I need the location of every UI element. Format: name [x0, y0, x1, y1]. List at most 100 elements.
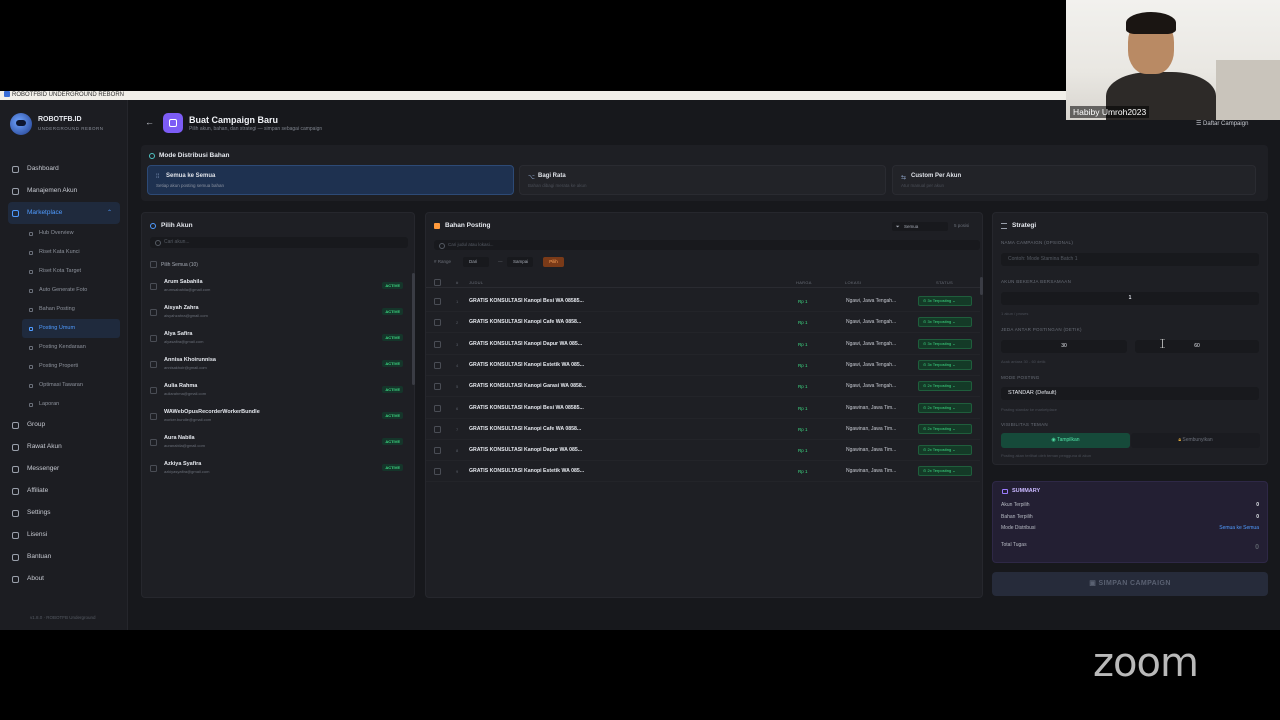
- row-checkbox[interactable]: [434, 298, 441, 305]
- account-checkbox[interactable]: [150, 335, 157, 342]
- status-pill[interactable]: ⊙ 2x Terposting ⌄: [918, 445, 972, 456]
- account-row[interactable]: WAWebOpusRecorderWorkerBundle worker.bund…: [150, 406, 405, 432]
- status-pill[interactable]: ⊙ 2x Terposting ⌄: [918, 466, 972, 477]
- status-pill[interactable]: ⊙ 3x Terposting ⌄: [918, 317, 972, 328]
- posting-count: 5 posisi: [954, 223, 970, 228]
- select-all-posting-checkbox[interactable]: [434, 279, 441, 286]
- row-checkbox[interactable]: [434, 425, 441, 433]
- sidebar-subitem-riset-kata-kunci[interactable]: Riset Kata Kunci: [0, 243, 128, 262]
- posting-scrollbar[interactable]: [980, 277, 983, 295]
- range-to-input[interactable]: Sampai: [507, 257, 533, 267]
- account-checkbox[interactable]: [150, 283, 157, 290]
- sidebar-item-marketplace[interactable]: Marketplace ⌃: [8, 202, 120, 224]
- status-pill[interactable]: ⊙ 3x Terposting ⌄: [918, 359, 972, 370]
- status-pill[interactable]: ⊙ 3x Terposting ⌄: [918, 338, 972, 349]
- select-all-accounts[interactable]: Pilih Semua (10): [150, 261, 198, 268]
- account-checkbox[interactable]: [150, 387, 157, 394]
- table-row[interactable]: 1 GRATIS KONSULTASI Kanopi Besi WA 08585.…: [426, 291, 980, 312]
- row-checkbox[interactable]: [434, 383, 441, 391]
- sidebar-subitem-posting-kendaraan[interactable]: Posting Kendaraan: [0, 338, 128, 357]
- row-checkbox[interactable]: [434, 404, 441, 412]
- sidebar-subitem-optimasi-tawaran[interactable]: Optimasi Tawaran: [0, 376, 128, 395]
- posting-search-input[interactable]: Cari judul atau lokasi...: [434, 240, 980, 250]
- account-row[interactable]: Annisa Khoirunnisa annisakhoir@gmail.com A…: [150, 354, 405, 380]
- delay-min-input[interactable]: 30: [1001, 340, 1127, 353]
- parallel-input[interactable]: 1: [1001, 292, 1259, 305]
- account-checkbox[interactable]: [150, 465, 157, 472]
- row-price: Rp 1: [798, 426, 808, 432]
- account-row[interactable]: Aura Nabila auranabila@gmail.com ACTIVE: [150, 432, 405, 458]
- campaign-name-input[interactable]: Contoh: Mode Stamina Batch 1: [1001, 253, 1259, 266]
- table-row[interactable]: 4 GRATIS KONSULTASI Kanopi Estetik WA 085…: [426, 355, 980, 376]
- table-row[interactable]: 8 GRATIS KONSULTASI Kanopi Dapur WA 085..…: [426, 440, 980, 462]
- status-pill[interactable]: ⊙ 2x Terposting ⌄: [918, 381, 972, 392]
- account-row[interactable]: Azkiya Syafira azkiyasyafira@gmail.com ACT…: [150, 458, 405, 484]
- mode-option-label: Semua ke Semua: [166, 173, 216, 179]
- range-select-button[interactable]: Pilih: [543, 257, 564, 267]
- distribution-mode-panel: Mode Distribusi Bahan ⁞⁞ Semua ke Semua Se…: [141, 145, 1268, 201]
- account-search-input[interactable]: Cari akun...: [150, 237, 408, 248]
- table-row[interactable]: 5 GRATIS KONSULTASI Kanopi Garasi WA 0858…: [426, 376, 980, 398]
- mode-option[interactable]: ⌥ Bagi Rata Bahan dibagi merata ke akun: [519, 165, 886, 195]
- account-row[interactable]: Aisyah Zahra aisyahzahra@gmail.com ACTIVE: [150, 302, 405, 328]
- account-checkbox[interactable]: [150, 413, 157, 420]
- gear-icon: [12, 510, 19, 517]
- sidebar-item-manajemen-akun[interactable]: Manajemen Akun: [0, 180, 128, 202]
- table-row[interactable]: 6 GRATIS KONSULTASI Kanopi Besi WA 08585.…: [426, 398, 980, 419]
- status-text: 2x Terposting: [927, 383, 952, 389]
- sidebar-subitem-bahan-posting[interactable]: Bahan Posting: [0, 300, 128, 319]
- account-name: Aisyah Zahra: [164, 305, 199, 311]
- row-checkbox[interactable]: [434, 447, 441, 455]
- sidebar-item-settings[interactable]: Settings: [0, 502, 128, 524]
- table-row[interactable]: 3 GRATIS KONSULTASI Kanopi Dapur WA 085..…: [426, 334, 980, 355]
- campaign-icon: [163, 113, 183, 133]
- participant-video[interactable]: Habiby Umroh2023: [1066, 0, 1280, 120]
- status-pill[interactable]: ⊙ 2x Terposting ⌄: [918, 423, 972, 434]
- account-row[interactable]: Arum Sabahila arumsabahila@gmail.com ACTIV…: [150, 276, 405, 302]
- mode-option[interactable]: ⇆ Custom Per Akun Atur manual per akun: [892, 165, 1256, 195]
- page-title: Buat Campaign Baru: [189, 115, 279, 125]
- account-row[interactable]: Aulia Rahma auliarahma@gmail.com ACTIVE: [150, 380, 405, 406]
- row-price: Rp 1: [798, 299, 808, 304]
- sidebar-item-group[interactable]: Group: [0, 414, 128, 436]
- posting-mode-select[interactable]: STANDAR (Default): [1001, 387, 1259, 400]
- account-checkbox[interactable]: [150, 439, 157, 446]
- account-checkbox[interactable]: [150, 309, 157, 316]
- sidebar-subitem-posting-umum[interactable]: Posting Umum: [22, 319, 120, 338]
- sidebar-item-lisensi[interactable]: Lisensi: [0, 524, 128, 546]
- row-checkbox[interactable]: [434, 361, 441, 369]
- hide-from-friends-button[interactable]: 🔒︎ Sembunyikan: [1131, 433, 1260, 448]
- delay-max-input[interactable]: 60: [1135, 340, 1259, 353]
- mode-option[interactable]: ⁞⁞ Semua ke Semua Setiap akun posting semu…: [147, 165, 514, 195]
- row-checkbox[interactable]: [434, 468, 441, 476]
- sidebar-subitem-hub-overview[interactable]: Hub Overview: [0, 224, 128, 243]
- sidebar-item-affiliate[interactable]: Affiliate: [0, 480, 128, 502]
- sidebar-subitem-posting-properti[interactable]: Posting Properti: [0, 357, 128, 376]
- row-checkbox[interactable]: [434, 340, 441, 348]
- status-pill[interactable]: ⊙ 3x Terposting ⌄: [918, 296, 972, 306]
- sidebar-item-dashboard[interactable]: Dashboard: [0, 158, 128, 180]
- range-from-input[interactable]: Dari: [463, 257, 489, 267]
- back-arrow-icon[interactable]: ←: [145, 117, 154, 127]
- posting-filter-select[interactable]: ⏷ Semua: [892, 222, 948, 231]
- show-to-friends-button[interactable]: ◉ Tampilkan: [1001, 433, 1130, 448]
- sidebar-subitem-auto-generate-foto[interactable]: Auto Generate Foto: [0, 281, 128, 300]
- status-pill[interactable]: ⊙ 2x Terposting ⌄: [918, 402, 972, 413]
- account-row[interactable]: Alya Safira alyasafira@gmail.com ACTIVE: [150, 328, 405, 354]
- sidebar-item-bantuan[interactable]: Bantuan: [0, 546, 128, 568]
- save-campaign-button[interactable]: ▣ SIMPAN CAMPAIGN: [992, 572, 1268, 596]
- sidebar-subitem-riset-kota-target[interactable]: Riset Kota Target: [0, 262, 128, 281]
- select-all-checkbox[interactable]: [150, 261, 157, 268]
- account-checkbox[interactable]: [150, 361, 157, 368]
- sidebar-item-about[interactable]: About: [0, 568, 128, 590]
- sidebar-item-rawat-akun[interactable]: Rawat Akun: [0, 436, 128, 458]
- table-row[interactable]: 7 GRATIS KONSULTASI Kanopi Cafe WA 0858..…: [426, 419, 980, 440]
- sidebar-item-messenger[interactable]: Messenger: [0, 458, 128, 480]
- sidebar-subitem-laporan[interactable]: Laporan: [0, 395, 128, 414]
- sidebar-subitem-label: Hub Overview: [39, 230, 74, 236]
- table-row[interactable]: 9 GRATIS KONSULTASI Kanopi Estetik WA 085…: [426, 461, 980, 483]
- summary-icon: [1002, 489, 1008, 494]
- table-row[interactable]: 2 GRATIS KONSULTASI Kanopi Cafe WA 0858..…: [426, 312, 980, 334]
- row-checkbox[interactable]: [434, 319, 441, 327]
- accounts-scrollbar[interactable]: [412, 273, 415, 385]
